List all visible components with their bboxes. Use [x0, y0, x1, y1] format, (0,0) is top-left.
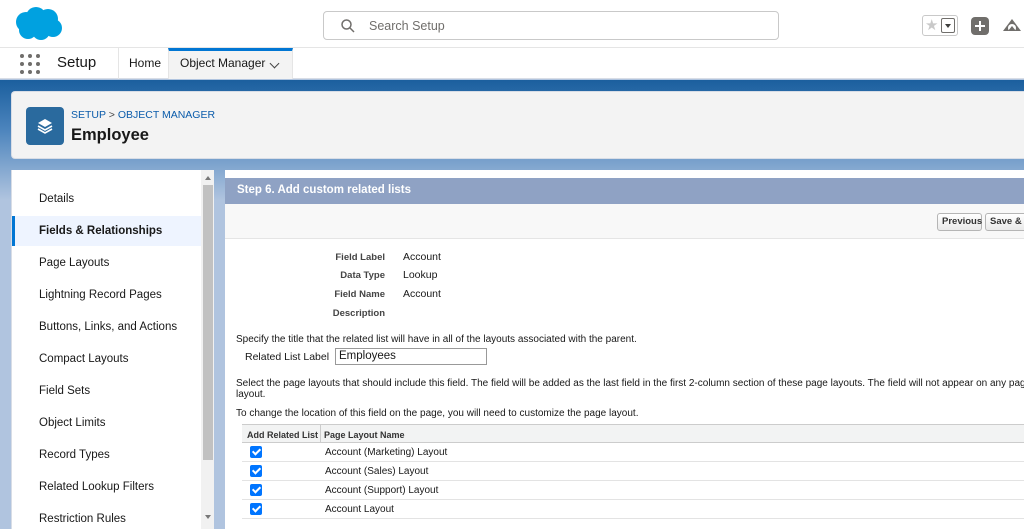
scroll-thumb[interactable] — [203, 185, 213, 460]
object-header: SETUP > OBJECT MANAGER Employee — [11, 91, 1024, 159]
layers-icon — [37, 119, 53, 134]
tab-object-manager[interactable]: Object Manager — [168, 48, 293, 79]
sidebar-item-object-limits[interactable]: Object Limits — [12, 408, 201, 438]
layouts-instruction-continued: layout. — [236, 389, 266, 400]
column-header-page-layout-name: Page Layout Name — [324, 430, 405, 440]
sidebar-item-page-layouts[interactable]: Page Layouts — [12, 248, 201, 278]
page-layout-name: Account (Support) Layout — [325, 485, 439, 496]
related-list-label-input[interactable]: Employees — [335, 348, 487, 365]
step-header: Step 6. Add custom related lists — [225, 178, 1024, 204]
save-new-button[interactable]: Save & N — [985, 213, 1024, 231]
page-layout-name: Account (Sales) Layout — [325, 466, 429, 477]
global-header: Search Setup ★ — [0, 0, 1024, 48]
tab-object-manager-label: Object Manager — [180, 56, 266, 70]
chevron-down-icon[interactable] — [269, 58, 280, 69]
sidebar-item-label: Details — [39, 193, 75, 205]
table-row: Account (Marketing) Layout — [242, 443, 1024, 462]
app-launcher-icon[interactable] — [20, 54, 40, 74]
sidebar-item-label: Fields & Relationships — [39, 225, 163, 237]
field-name-value: Account — [403, 288, 441, 300]
add-related-list-checkbox[interactable] — [250, 465, 262, 477]
sidebar-item-label: Restriction Rules — [39, 513, 126, 525]
button-row: Previous Save & N — [225, 204, 1024, 239]
field-label-value: Account — [403, 251, 441, 263]
add-related-list-checkbox[interactable] — [250, 503, 262, 515]
sidebar-item-fields-relationships[interactable]: Fields & Relationships — [12, 216, 201, 246]
table-header: Add Related List Page Layout Name — [242, 425, 1024, 443]
sidebar-item-compact-layouts[interactable]: Compact Layouts — [12, 344, 201, 374]
salesforce-logo-icon[interactable] — [12, 6, 64, 42]
location-instruction: To change the location of this field on … — [236, 408, 639, 419]
scroll-down-arrow-icon[interactable] — [205, 515, 211, 519]
search-box[interactable]: Search Setup — [323, 11, 779, 40]
sidebar-item-label: Field Sets — [39, 385, 91, 397]
column-divider — [320, 425, 321, 443]
column-header-add-related-list: Add Related List — [247, 430, 319, 440]
sidebar-item-record-types[interactable]: Record Types — [12, 440, 201, 470]
title-instruction: Specify the title that the related list … — [236, 334, 637, 345]
page-layout-name: Account (Marketing) Layout — [325, 447, 448, 458]
breadcrumb-separator: > — [108, 109, 115, 121]
sidebar-item-buttons-links-actions[interactable]: Buttons, Links, and Actions — [12, 312, 201, 342]
favorites-dropdown-icon[interactable] — [941, 18, 955, 33]
data-type-label: Data Type — [340, 270, 385, 281]
main-content: Step 6. Add custom related lists Previou… — [225, 170, 1024, 529]
sidebar-item-label: Page Layouts — [39, 257, 110, 269]
app-name: Setup — [57, 54, 97, 71]
sidebar-item-label: Lightning Record Pages — [39, 289, 162, 301]
sidebar-item-related-lookup-filters[interactable]: Related Lookup Filters — [12, 472, 201, 502]
favorites-button[interactable]: ★ — [922, 15, 958, 36]
search-icon — [341, 19, 355, 33]
sidebar-item-label: Buttons, Links, and Actions — [39, 321, 178, 333]
object-icon — [26, 107, 64, 145]
page-layout-name: Account Layout — [325, 504, 394, 515]
sidebar-item-label: Object Limits — [39, 417, 106, 429]
sidebar-item-details[interactable]: Details — [12, 184, 201, 214]
add-related-list-checkbox[interactable] — [250, 484, 262, 496]
table-row: Account (Sales) Layout — [242, 462, 1024, 481]
sidebar-item-field-sets[interactable]: Field Sets — [12, 376, 201, 406]
sidebar-item-label: Related Lookup Filters — [39, 481, 155, 493]
sidebar-scrollbar[interactable] — [201, 170, 214, 529]
sidebar-item-label: Compact Layouts — [39, 353, 129, 365]
sidebar-item-restriction-rules[interactable]: Restriction Rules — [12, 504, 201, 529]
breadcrumb-object-manager[interactable]: OBJECT MANAGER — [118, 109, 215, 121]
related-list-label: Related List Label — [245, 351, 330, 363]
page-layouts-table: Add Related List Page Layout Name Accoun… — [242, 424, 1024, 519]
step-title: Step 6. Add custom related lists — [237, 184, 412, 196]
global-actions-plus-icon[interactable] — [971, 17, 989, 35]
field-label-label: Field Label — [335, 252, 385, 263]
page-title: Employee — [71, 126, 149, 144]
sidebar-item-lightning-record-pages[interactable]: Lightning Record Pages — [12, 280, 201, 310]
data-type-value: Lookup — [403, 269, 438, 281]
tab-home-label: Home — [129, 56, 162, 70]
description-label: Description — [332, 308, 385, 319]
table-row: Account (Support) Layout — [242, 481, 1024, 500]
trailhead-icon[interactable] — [1000, 15, 1024, 37]
app-navigation-bar: Setup Home Object Manager — [0, 48, 1024, 79]
scroll-up-arrow-icon[interactable] — [205, 176, 211, 180]
layouts-instruction: Select the page layouts that should incl… — [236, 378, 1024, 389]
breadcrumb: SETUP > OBJECT MANAGER — [71, 109, 215, 121]
table-row: Account Layout — [242, 500, 1024, 519]
tab-home[interactable]: Home — [118, 48, 168, 79]
star-icon: ★ — [925, 17, 939, 34]
field-name-label: Field Name — [334, 289, 385, 300]
sidebar-item-label: Record Types — [39, 449, 110, 461]
object-sidebar: Details Fields & Relationships Page Layo… — [11, 170, 214, 529]
add-related-list-checkbox[interactable] — [250, 446, 262, 458]
search-placeholder: Search Setup — [369, 19, 445, 33]
breadcrumb-setup[interactable]: SETUP — [71, 109, 106, 121]
previous-button[interactable]: Previous — [937, 213, 982, 231]
